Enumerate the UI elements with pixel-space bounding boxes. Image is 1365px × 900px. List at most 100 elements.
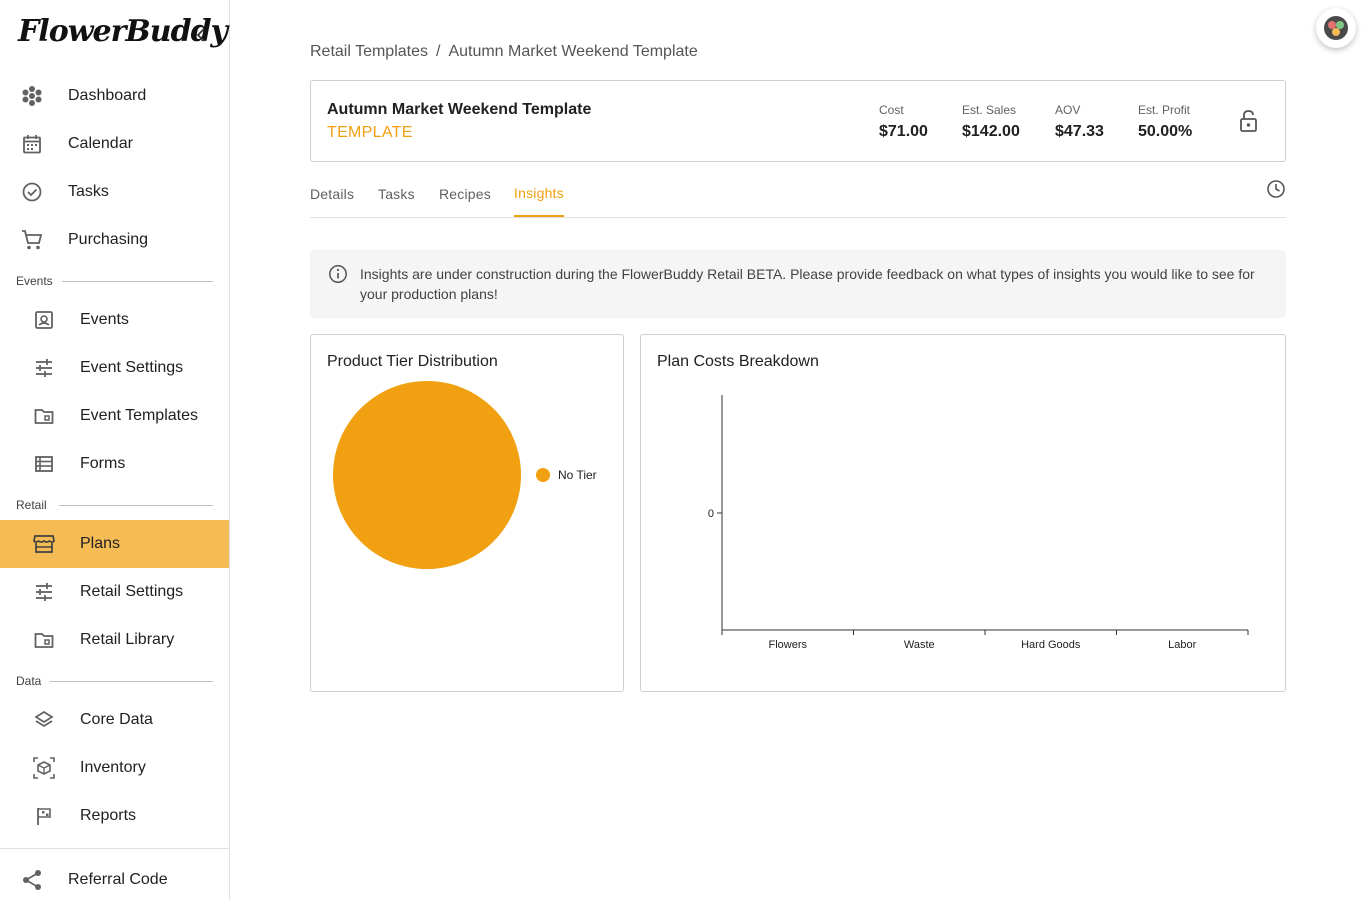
tab-insights[interactable]: Insights — [514, 170, 564, 217]
pie-slice — [333, 381, 521, 569]
tab-recipes[interactable]: Recipes — [439, 170, 491, 217]
flag-icon — [32, 804, 56, 828]
stat-est-sales: Est. Sales $142.00 — [962, 103, 1020, 141]
y-tick-label: 0 — [708, 508, 714, 520]
stat-cost: Cost $71.00 — [879, 103, 928, 141]
x-tick-label: Hard Goods — [1021, 639, 1081, 651]
sidebar-item-tasks[interactable]: Tasks — [0, 168, 229, 216]
sidebar-divider — [0, 848, 229, 849]
breadcrumb-current: Autumn Market Weekend Template — [448, 43, 698, 60]
stat-label: AOV — [1055, 103, 1081, 117]
stat-value: $71.00 — [879, 123, 928, 140]
stat-label: Est. Sales — [962, 103, 1017, 117]
tune-icon — [32, 580, 56, 604]
sidebar-item-label: Inventory — [80, 759, 146, 776]
section-divider — [62, 281, 213, 282]
sidebar-item-forms[interactable]: Forms — [0, 440, 229, 488]
plan-header-card: Autumn Market Weekend Template TEMPLATE … — [310, 80, 1286, 162]
sidebar-item-label: Event Templates — [80, 407, 198, 424]
x-tick-label: Flowers — [768, 639, 807, 651]
section-divider — [59, 505, 213, 506]
sidebar-item-label: Retail Library — [80, 631, 175, 648]
section-heading-events: Events — [16, 274, 53, 288]
sidebar-item-purchasing[interactable]: Purchasing — [0, 216, 229, 264]
sidebar-item-label: Event Settings — [80, 359, 184, 376]
sidebar-item-label: Purchasing — [68, 231, 149, 248]
list-icon — [32, 452, 56, 476]
sidebar-item-label: Retail Settings — [80, 583, 184, 600]
stat-label: Cost — [879, 103, 904, 117]
plan-tabs: Details Tasks Recipes Insights — [310, 170, 1286, 218]
section-heading-retail: Retail — [16, 498, 47, 512]
stat-value: $47.33 — [1055, 123, 1104, 140]
sidebar-item-label: Events — [80, 311, 129, 328]
tune-icon — [32, 356, 56, 380]
info-banner-text: Insights are under construction during t… — [360, 266, 1255, 302]
sidebar-item-calendar[interactable]: Calendar — [0, 120, 229, 168]
stat-est-profit: Est. Profit 50.00% — [1138, 103, 1192, 141]
section-divider — [50, 681, 213, 682]
sidebar-item-label: Calendar — [68, 135, 133, 152]
event-icon — [32, 308, 56, 332]
legend-label: No Tier — [558, 468, 597, 482]
sidebar-item-retail-library[interactable]: Retail Library — [0, 616, 229, 664]
bar-chart: 0 Flowers Waste Hard Goods Labor — [708, 395, 1249, 651]
collapse-sidebar-button[interactable] — [192, 26, 210, 44]
plan-type-label: TEMPLATE — [327, 124, 413, 141]
section-heading-data: Data — [16, 674, 42, 688]
tab-tasks[interactable]: Tasks — [378, 170, 415, 217]
product-tier-chart-card: Product Tier Distribution No Tier — [310, 334, 624, 692]
avatar-icon — [1324, 16, 1348, 40]
pie-chart: No Tier — [333, 381, 597, 569]
sidebar-item-label: Tasks — [68, 183, 109, 200]
sidebar-item-label: Referral Code — [68, 871, 168, 888]
chart-title: Product Tier Distribution — [327, 353, 498, 370]
user-avatar[interactable] — [1316, 8, 1356, 48]
plan-title: Autumn Market Weekend Template — [327, 101, 592, 118]
chart-title: Plan Costs Breakdown — [657, 353, 819, 370]
x-tick-label: Waste — [904, 639, 935, 651]
clock-icon — [1267, 180, 1285, 198]
info-banner: Insights are under construction during t… — [310, 250, 1286, 318]
sidebar-item-retail-settings[interactable]: Retail Settings — [0, 568, 229, 616]
flower-icon — [20, 84, 44, 108]
legend-swatch — [536, 468, 550, 482]
folder-icon — [32, 628, 56, 652]
chevron-left-icon — [196, 28, 205, 42]
sidebar-item-inventory[interactable]: Inventory — [0, 744, 229, 792]
sidebar-item-label: Core Data — [80, 711, 153, 728]
sidebar-item-label: Forms — [80, 455, 126, 472]
cart-icon — [20, 228, 44, 252]
sidebar-item-referral-code[interactable]: Referral Code — [0, 856, 229, 900]
folder-icon — [32, 404, 56, 428]
sidebar-item-core-data[interactable]: Core Data — [0, 696, 229, 744]
stat-label: Est. Profit — [1138, 103, 1191, 117]
calendar-icon — [20, 132, 44, 156]
sidebar-item-label: Plans — [80, 535, 121, 552]
tab-details[interactable]: Details — [310, 170, 354, 217]
sidebar-item-event-templates[interactable]: Event Templates — [0, 392, 229, 440]
share-icon — [20, 868, 44, 892]
sidebar-item-label: Reports — [80, 807, 137, 824]
stat-value: $142.00 — [962, 123, 1020, 140]
breadcrumb-link-retail-templates[interactable]: Retail Templates — [310, 43, 428, 60]
check-circle-icon — [20, 180, 44, 204]
box-icon — [32, 756, 56, 780]
breadcrumb: Retail Templates / Autumn Market Weekend T… — [310, 43, 698, 61]
plan-costs-chart-card: Plan Costs Breakdown 0 Flowers Waste Hard G… — [640, 334, 1286, 692]
x-tick-label: Labor — [1168, 639, 1196, 651]
sidebar-item-event-settings[interactable]: Event Settings — [0, 344, 229, 392]
sidebar-item-dashboard[interactable]: Dashboard — [0, 72, 229, 120]
stat-aov: AOV $47.33 — [1055, 103, 1104, 141]
sidebar-item-events[interactable]: Events — [0, 296, 229, 344]
history-button[interactable] — [1266, 179, 1286, 199]
sidebar-item-label: Dashboard — [68, 87, 147, 104]
info-icon — [328, 264, 348, 284]
sidebar-item-reports[interactable]: Reports — [0, 792, 229, 840]
breadcrumb-separator: / — [435, 43, 441, 60]
storefront-icon — [32, 532, 56, 556]
sidebar-item-plans[interactable]: Plans — [0, 520, 229, 568]
sidebar: FlowerBuddy Dashboard Calendar Tasks Pur… — [0, 0, 230, 900]
lock-open-icon — [1240, 110, 1257, 132]
lock-button[interactable] — [1239, 109, 1261, 133]
